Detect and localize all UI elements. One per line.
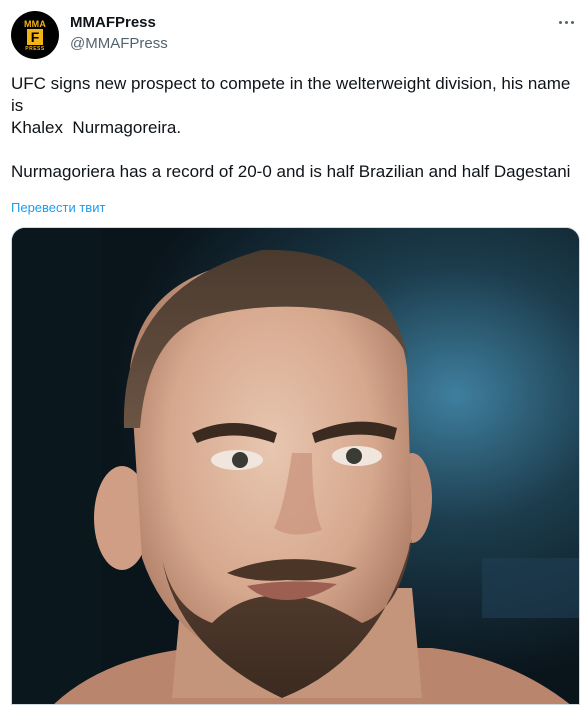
tweet-photo[interactable] (11, 227, 580, 705)
fighter-portrait-image (12, 228, 579, 704)
author-handle[interactable]: @MMAFPress (70, 35, 168, 52)
logo-mid-text: F (27, 29, 43, 45)
tweet-text: UFC signs new prospect to compete in the… (11, 74, 571, 181)
mmafpress-logo: MMA F PRESS (11, 11, 59, 59)
avatar[interactable]: MMA F PRESS (11, 11, 59, 59)
tweet-card[interactable]: MMA F PRESS MMAFPress @MMAFPress UFC sig… (0, 0, 585, 705)
author-display-name[interactable]: MMAFPress (70, 14, 156, 31)
more-horizontal-icon (557, 20, 575, 24)
logo-top-text: MMA (23, 19, 47, 29)
logo-bottom-text: PRESS (25, 46, 45, 52)
translate-tweet-link[interactable]: Перевести твит (11, 200, 105, 215)
more-options-button[interactable] (552, 10, 580, 34)
